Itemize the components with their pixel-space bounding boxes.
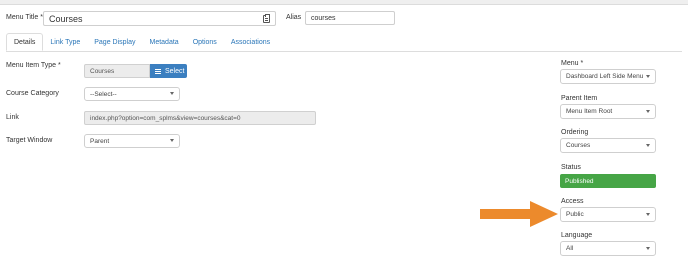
tab-details[interactable]: Details — [6, 33, 44, 51]
access-value: Public — [566, 211, 584, 218]
course-category-value: --Select-- — [90, 90, 117, 98]
list-icon — [155, 68, 161, 74]
language-value: All — [566, 245, 574, 252]
course-category-label: Course Category — [6, 90, 59, 97]
chevron-down-icon — [170, 139, 174, 142]
menu-label: Menu * — [561, 60, 584, 67]
access-label: Access — [561, 198, 584, 205]
select-button-label: Select — [165, 67, 185, 75]
tab-options[interactable]: Options — [186, 33, 224, 51]
status-label: Status — [561, 164, 581, 171]
chevron-down-icon — [646, 109, 650, 113]
parent-item-label: Parent Item — [561, 95, 598, 102]
language-label: Language — [561, 232, 593, 239]
arrow-right-icon — [480, 201, 558, 227]
ordering-select[interactable]: Courses — [560, 138, 656, 153]
chevron-down-icon — [646, 212, 650, 216]
select-menu-type-button[interactable]: Select — [150, 64, 187, 78]
tab-metadata[interactable]: Metadata — [143, 33, 186, 51]
link-value: index.php?option=com_splms&view=courses&… — [90, 114, 241, 122]
target-window-select[interactable]: Parent — [84, 134, 180, 148]
tab-associations[interactable]: Associations — [224, 33, 277, 51]
status-select[interactable]: Published — [560, 174, 656, 188]
ordering-label: Ordering — [561, 129, 589, 136]
alias-input[interactable]: courses — [305, 11, 395, 25]
access-select[interactable]: Public — [560, 207, 656, 222]
link-label: Link — [6, 114, 19, 121]
menu-title-input[interactable]: Courses — [43, 11, 276, 26]
menu-title-label: Menu Title * — [6, 14, 43, 21]
menu-item-type-value: Courses — [90, 67, 115, 75]
clipboard-icon[interactable] — [263, 14, 270, 23]
menu-item-type-field: Courses — [84, 64, 150, 78]
status-value: Published — [565, 177, 594, 185]
menu-title-value: Courses — [49, 13, 83, 24]
tabs-divider — [6, 51, 682, 52]
tab-page-display[interactable]: Page Display — [87, 33, 142, 51]
menu-item-type-label: Menu Item Type * — [6, 62, 61, 69]
top-toolbar-strip — [0, 0, 688, 5]
course-category-select[interactable]: --Select-- — [84, 87, 180, 101]
tab-link-type[interactable]: Link Type — [43, 33, 87, 51]
language-select[interactable]: All — [560, 241, 656, 256]
link-field: index.php?option=com_splms&view=courses&… — [84, 111, 316, 125]
alias-value: courses — [311, 14, 336, 22]
target-window-value: Parent — [90, 137, 110, 145]
tab-bar: Details Link Type Page Display Metadata … — [6, 33, 277, 51]
alias-label: Alias — [286, 14, 302, 21]
menu-select[interactable]: Dashboard Left Side Menu — [560, 69, 656, 84]
arrow-shape — [480, 201, 558, 227]
chevron-down-icon — [646, 246, 650, 250]
chevron-down-icon — [170, 92, 174, 95]
chevron-down-icon — [646, 74, 650, 78]
menu-value: Dashboard Left Side Menu — [566, 73, 644, 80]
target-window-label: Target Window — [6, 137, 53, 144]
ordering-value: Courses — [566, 142, 591, 149]
chevron-down-icon — [646, 143, 650, 147]
parent-item-select[interactable]: Menu Item Root — [560, 104, 656, 119]
parent-item-value: Menu Item Root — [566, 108, 613, 115]
